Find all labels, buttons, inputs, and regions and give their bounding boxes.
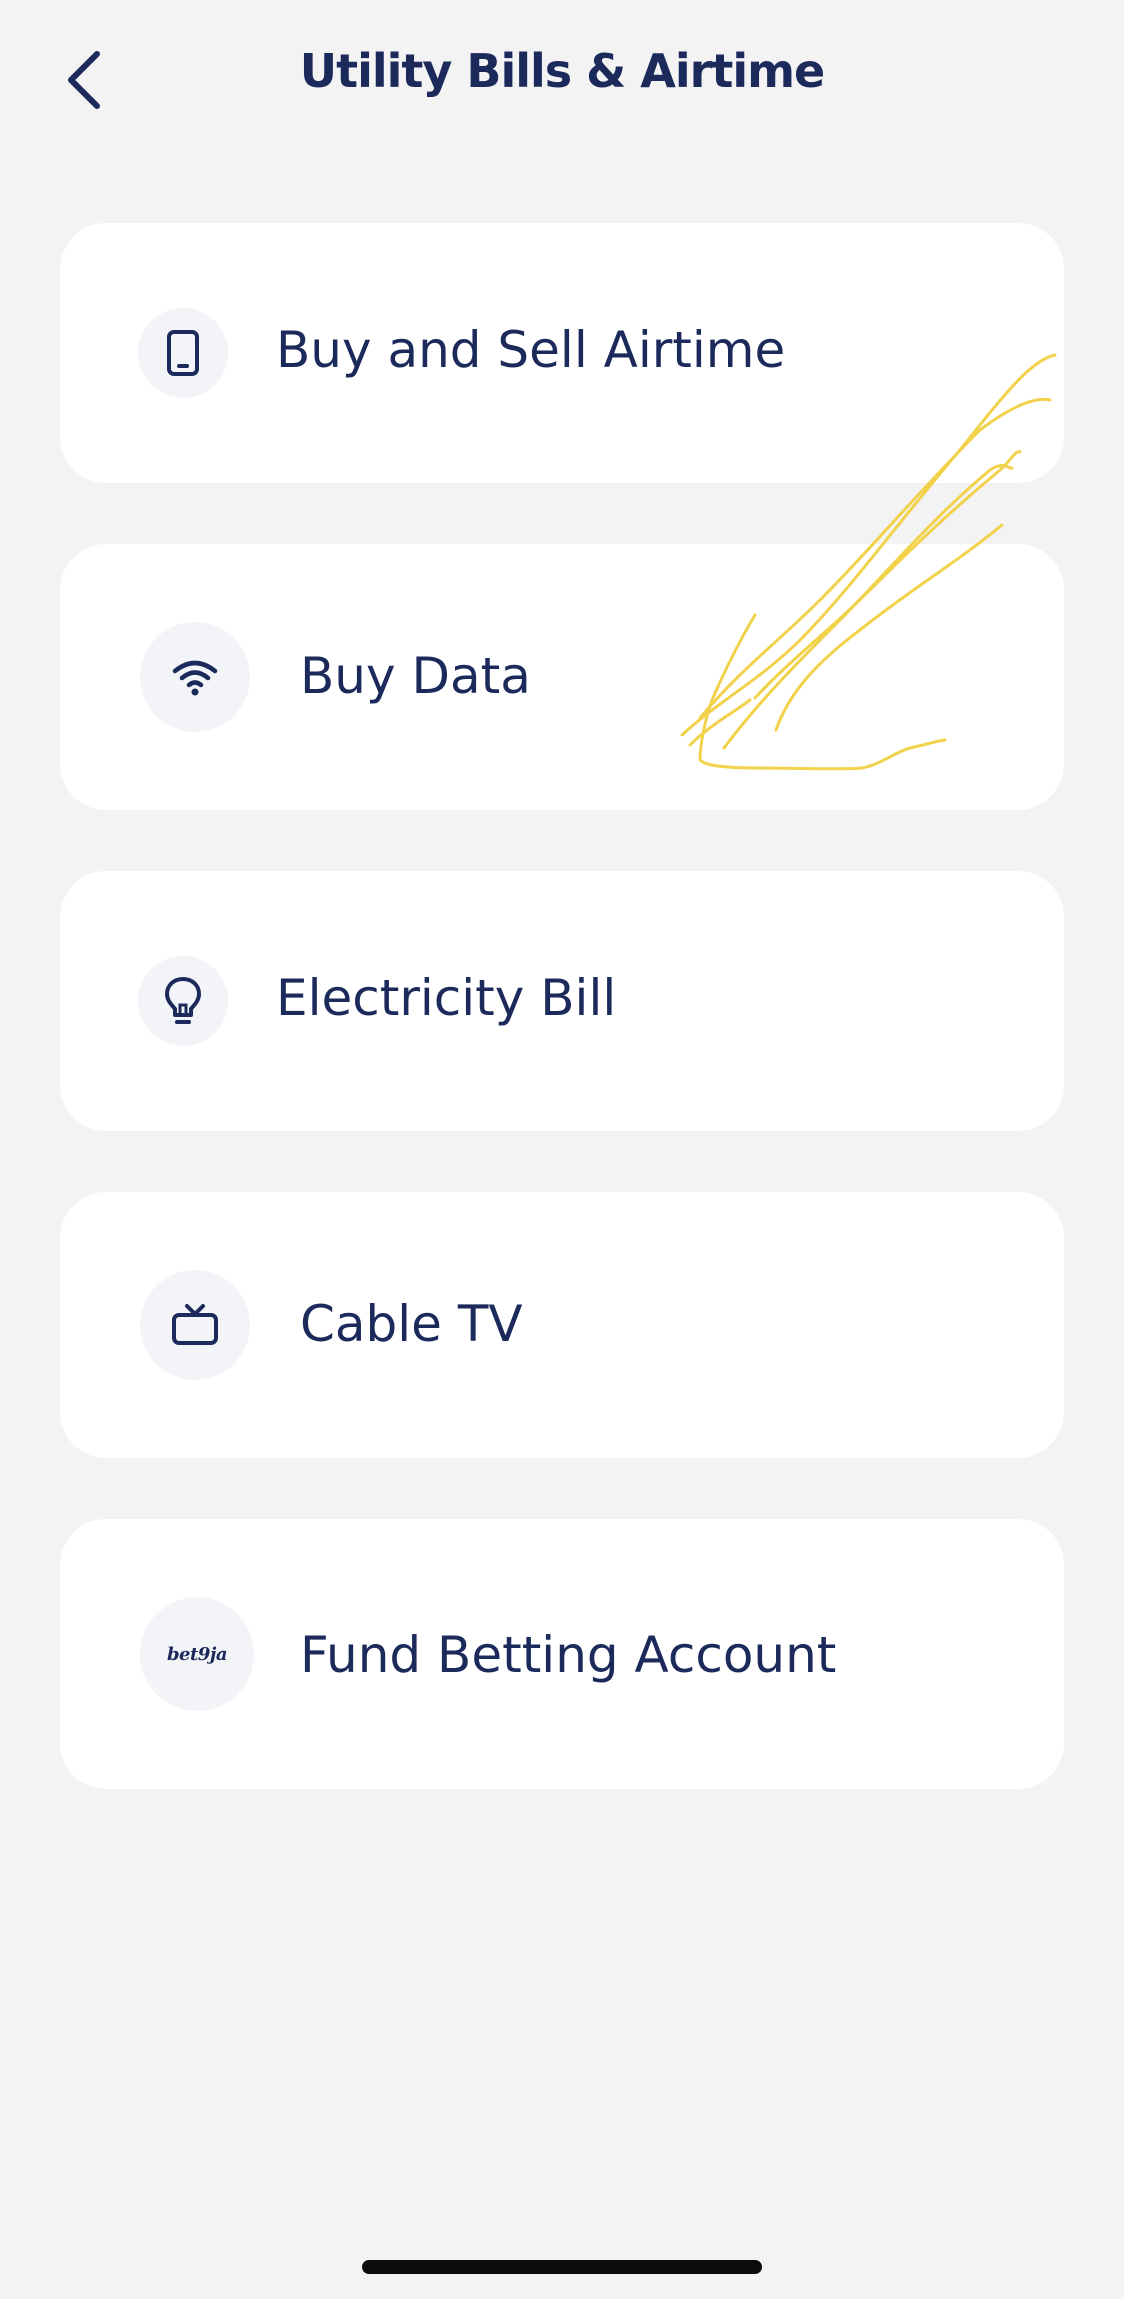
icon-circle xyxy=(138,308,228,398)
icon-circle xyxy=(140,1270,250,1380)
service-label: Buy Data xyxy=(300,647,531,705)
service-card-data[interactable]: Buy Data xyxy=(60,544,1064,810)
home-indicator xyxy=(362,2260,762,2274)
service-label: Buy and Sell Airtime xyxy=(276,321,786,379)
header: Utility Bills & Airtime xyxy=(0,0,1124,160)
lightbulb-icon xyxy=(165,977,201,1024)
page-title: Utility Bills & Airtime xyxy=(299,44,825,98)
tv-icon xyxy=(172,1304,218,1345)
service-label: Electricity Bill xyxy=(276,969,617,1027)
service-card-electricity[interactable]: Electricity Bill xyxy=(60,871,1064,1131)
icon-circle xyxy=(138,956,228,1046)
bet9ja-logo: bet9ja xyxy=(166,1643,228,1665)
wifi-icon xyxy=(172,660,218,696)
service-label: Fund Betting Account xyxy=(300,1626,837,1684)
icon-circle: bet9ja xyxy=(140,1597,254,1711)
service-card-airtime[interactable]: Buy and Sell Airtime xyxy=(60,223,1064,483)
service-card-cable-tv[interactable]: Cable TV xyxy=(60,1192,1064,1458)
icon-circle xyxy=(140,622,250,732)
utility-bills-screen: Utility Bills & Airtime Buy and Sell Air… xyxy=(0,0,1124,2299)
phone-icon xyxy=(167,330,199,376)
service-label: Cable TV xyxy=(300,1295,523,1353)
service-card-betting[interactable]: bet9ja Fund Betting Account xyxy=(60,1519,1064,1789)
